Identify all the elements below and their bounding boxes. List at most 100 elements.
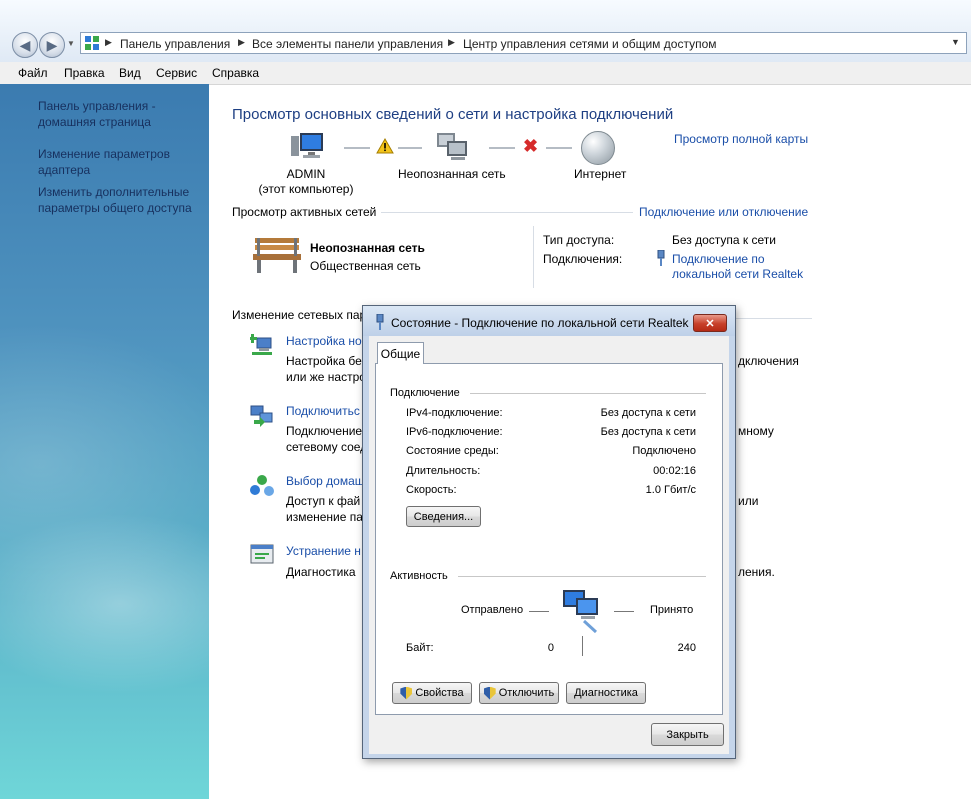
sent-line [529, 611, 549, 612]
activity-separator [582, 636, 583, 656]
menu-bar: Файл Правка Вид Сервис Справка [0, 62, 971, 85]
warning-icon [376, 137, 394, 157]
divider [736, 318, 812, 319]
task-desc: сетевому соед [286, 440, 368, 454]
sidebar-item-control-panel-home[interactable]: Панель управления - домашняя страница [38, 98, 198, 130]
navigation-bar: ◀ ▶ ▼ ▶ Панель управления ▶ Все элементы… [0, 0, 971, 62]
computer-name: ADMIN [286, 167, 326, 181]
new-connection-icon [248, 333, 274, 360]
active-network-name: Неопознанная сеть [310, 241, 425, 255]
task-desc: дключения [738, 354, 799, 368]
speed-value: 1.0 Гбит/с [645, 484, 696, 496]
activity-computers-icon [562, 588, 606, 637]
task-desc: или [738, 494, 759, 508]
forward-button[interactable]: ▶ [39, 32, 65, 58]
duration-label: Длительность: [406, 465, 481, 477]
change-settings-heading: Изменение сетевых пар [232, 308, 367, 322]
task-desc: Подключение [286, 424, 363, 438]
homegroup-icon [250, 474, 274, 501]
connection-link[interactable]: Подключение по локальной сети Realtek [672, 252, 807, 282]
active-network-type: Общественная сеть [310, 259, 421, 273]
disable-button[interactable]: Отключить [479, 682, 559, 704]
menu-view[interactable]: Вид [119, 66, 141, 80]
vertical-divider [533, 226, 534, 288]
connection-line [344, 147, 370, 149]
active-networks-heading: Просмотр активных сетей [232, 205, 377, 219]
page-title: Просмотр основных сведений о сети и наст… [232, 106, 674, 123]
view-full-map-link[interactable]: Просмотр полной карты [674, 132, 808, 146]
connection-line [546, 147, 572, 149]
task-link-setup-connection[interactable]: Настройка но [286, 334, 362, 348]
close-button[interactable]: Закрыть [651, 723, 724, 746]
task-link-homegroup[interactable]: Выбор домаш [286, 474, 364, 488]
details-button[interactable]: Сведения... [406, 506, 481, 527]
task-desc: ления. [738, 565, 775, 579]
bench-icon [251, 236, 303, 277]
breadcrumb-item[interactable]: Панель управления [120, 37, 230, 51]
back-button[interactable]: ◀ [12, 32, 38, 58]
breadcrumb-item[interactable]: Центр управления сетями и общим доступом [463, 37, 717, 51]
dialog-close-x-icon[interactable]: ✕ [693, 314, 727, 332]
menu-tools[interactable]: Сервис [156, 66, 197, 80]
bytes-label: Байт: [406, 642, 434, 654]
connect-disconnect-link[interactable]: Подключение или отключение [639, 205, 808, 219]
diagnose-button[interactable]: Диагностика [566, 682, 646, 704]
task-link-troubleshoot[interactable]: Устранение н [286, 544, 361, 558]
duration-value: 00:02:16 [653, 465, 696, 477]
task-desc: мному [738, 424, 774, 438]
menu-edit[interactable]: Правка [64, 66, 105, 80]
status-dialog: Состояние - Подключение по локальной сет… [362, 305, 736, 759]
control-panel-icon [85, 36, 99, 50]
disable-button-label: Отключить [498, 687, 555, 699]
address-dropdown-icon[interactable]: ▼ [951, 37, 960, 47]
tab-panel: Подключение IPv4-подключение: Без доступ… [375, 363, 723, 715]
breadcrumb-item[interactable]: Все элементы панели управления [252, 37, 443, 51]
connections-label: Подключения: [543, 252, 623, 266]
uac-shield-icon [400, 686, 413, 700]
group-divider [458, 576, 706, 577]
media-state-value: Подключено [632, 445, 696, 457]
sidebar-item-sharing-settings[interactable]: Изменить дополнительные параметры общего… [38, 184, 198, 216]
received-line [614, 611, 634, 612]
menu-file[interactable]: Файл [18, 66, 48, 80]
troubleshoot-icon [250, 544, 274, 569]
task-desc: Доступ к фай [286, 494, 361, 508]
error-x-icon: ✖ [523, 136, 539, 156]
received-label: Принято [650, 604, 694, 616]
dialog-body: Общие Подключение IPv4-подключение: Без … [369, 336, 729, 754]
connection-line [398, 147, 422, 149]
task-desc: или же настро [286, 370, 366, 384]
bytes-sent-value: 0 [547, 642, 554, 654]
connection-group-label: Подключение [390, 387, 460, 399]
address-bar[interactable]: ▶ Панель управления ▶ Все элементы панел… [80, 32, 967, 54]
task-desc: Диагностика [286, 565, 356, 579]
ethernet-icon [375, 313, 385, 333]
divider [381, 212, 633, 213]
computer-icon [289, 132, 325, 167]
group-divider [470, 393, 706, 394]
internet-globe-icon [581, 131, 615, 165]
tab-general[interactable]: Общие [377, 342, 424, 364]
ipv4-value: Без доступа к сети [600, 407, 696, 419]
connect-network-icon [250, 404, 274, 431]
properties-button[interactable]: Свойства [392, 682, 472, 704]
task-desc: Настройка бе [286, 354, 362, 368]
computer-subtitle: (этот компьютер) [258, 182, 354, 196]
recent-pages-chevron-icon[interactable]: ▼ [67, 39, 75, 48]
activity-group-label: Активность [390, 570, 448, 582]
task-desc: изменение па [286, 510, 363, 524]
network-icon [435, 131, 471, 168]
network-label: Неопознанная сеть [398, 167, 506, 181]
dialog-title-bar[interactable]: Состояние - Подключение по локальной сет… [363, 306, 735, 336]
properties-button-label: Свойства [415, 687, 464, 699]
sent-label: Отправлено [461, 604, 524, 616]
back-arrow-icon: ◀ [19, 36, 31, 53]
menu-help[interactable]: Справка [212, 66, 259, 80]
bytes-received-value: 240 [677, 642, 696, 654]
task-link-connect-network[interactable]: Подключитьс [286, 404, 360, 418]
speed-label: Скорость: [406, 484, 457, 496]
breadcrumb-separator-icon: ▶ [238, 37, 245, 47]
ipv6-label: IPv6-подключение: [406, 426, 503, 438]
ipv6-value: Без доступа к сети [600, 426, 696, 438]
sidebar-item-adapter-settings[interactable]: Изменение параметров адаптера [38, 146, 198, 178]
